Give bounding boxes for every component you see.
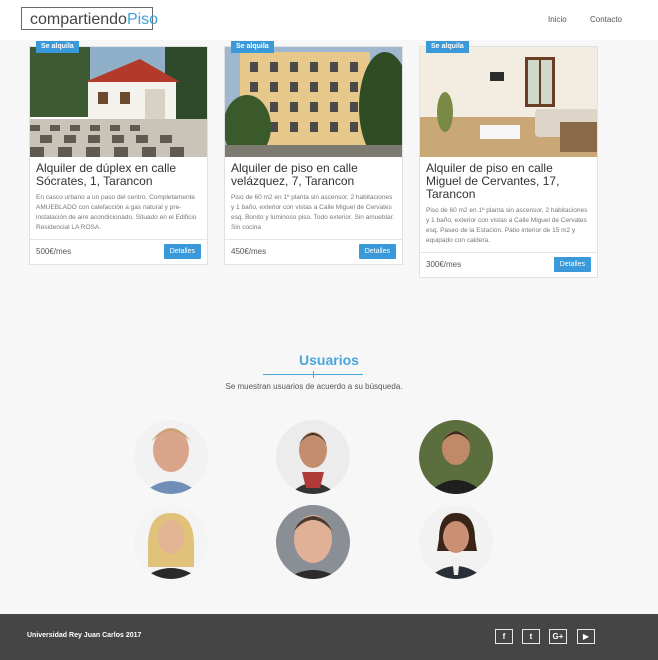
user-avatar[interactable] <box>134 420 208 494</box>
listing-description: Piso de 60 m2 en 1º planta sin ascensor,… <box>426 207 588 244</box>
listing-card: Se alquila Alquiler de piso en calle Mig… <box>419 41 598 278</box>
user-avatar[interactable] <box>134 505 208 579</box>
users-section-title: Usuarios <box>299 352 359 368</box>
facebook-icon[interactable]: f <box>495 629 513 644</box>
listing-footer: 450€/mes Detalles <box>225 239 402 264</box>
title-divider-tick <box>313 371 314 378</box>
details-button[interactable]: Detalles <box>163 244 201 259</box>
twitter-icon[interactable]: t <box>522 629 540 644</box>
user-avatar[interactable] <box>276 505 350 579</box>
brand-text-part1: compartiendo <box>30 11 127 28</box>
listing-title[interactable]: Alquiler de dúplex en calle Sócrates, 1,… <box>36 162 201 188</box>
details-button[interactable]: Detalles <box>358 244 396 259</box>
listing-price: 500€/mes <box>36 247 72 256</box>
for-rent-badge: Se alquila <box>426 41 469 53</box>
footer-copyright: Universidad Rey Juan Carlos 2017 <box>27 632 142 639</box>
nav-link-contacto[interactable]: Contacto <box>590 15 622 24</box>
details-button[interactable]: Detalles <box>553 257 591 272</box>
brand-logo[interactable]: compartiendoPiso <box>21 7 158 30</box>
google-plus-icon[interactable]: G+ <box>549 629 567 644</box>
for-rent-badge: Se alquila <box>231 41 274 53</box>
user-avatar[interactable] <box>276 420 350 494</box>
listing-description: Piso de 60 m2 en 1º planta sin ascensor,… <box>231 194 395 231</box>
listing-title[interactable]: Alquiler de piso en calle Miguel de Cerv… <box>426 162 591 201</box>
brand-text-part2: Piso <box>126 11 159 28</box>
listing-price: 300€/mes <box>426 260 462 269</box>
listing-photo[interactable] <box>420 47 597 157</box>
page-footer: Universidad Rey Juan Carlos 2017 f t G+ … <box>0 614 658 660</box>
listing-card: Se alquila Alquiler de dúplex en calle S… <box>29 41 208 265</box>
user-avatar[interactable] <box>419 420 493 494</box>
listing-description: En casco urbano a un paso del centro. Co… <box>36 194 197 231</box>
listing-photo[interactable] <box>225 47 402 157</box>
youtube-icon[interactable]: ▶ <box>577 629 595 644</box>
user-avatar[interactable] <box>419 505 493 579</box>
listing-footer: 300€/mes Detalles <box>420 252 597 277</box>
users-section-subtitle: Se muestran usuarios de acuerdo a su bús… <box>225 382 403 391</box>
top-navbar: compartiendoPiso Inicio Contacto <box>0 0 658 40</box>
listing-title[interactable]: Alquiler de piso en calle velázquez, 7, … <box>231 162 396 188</box>
listing-footer: 500€/mes Detalles <box>30 239 207 264</box>
listing-photo[interactable] <box>30 47 207 157</box>
nav-menu: Inicio Contacto <box>527 15 622 24</box>
listing-price: 450€/mes <box>231 247 267 256</box>
listing-card: Se alquila Alquiler de piso en calle vel… <box>224 41 403 265</box>
nav-link-inicio[interactable]: Inicio <box>548 15 567 24</box>
for-rent-badge: Se alquila <box>36 41 79 53</box>
